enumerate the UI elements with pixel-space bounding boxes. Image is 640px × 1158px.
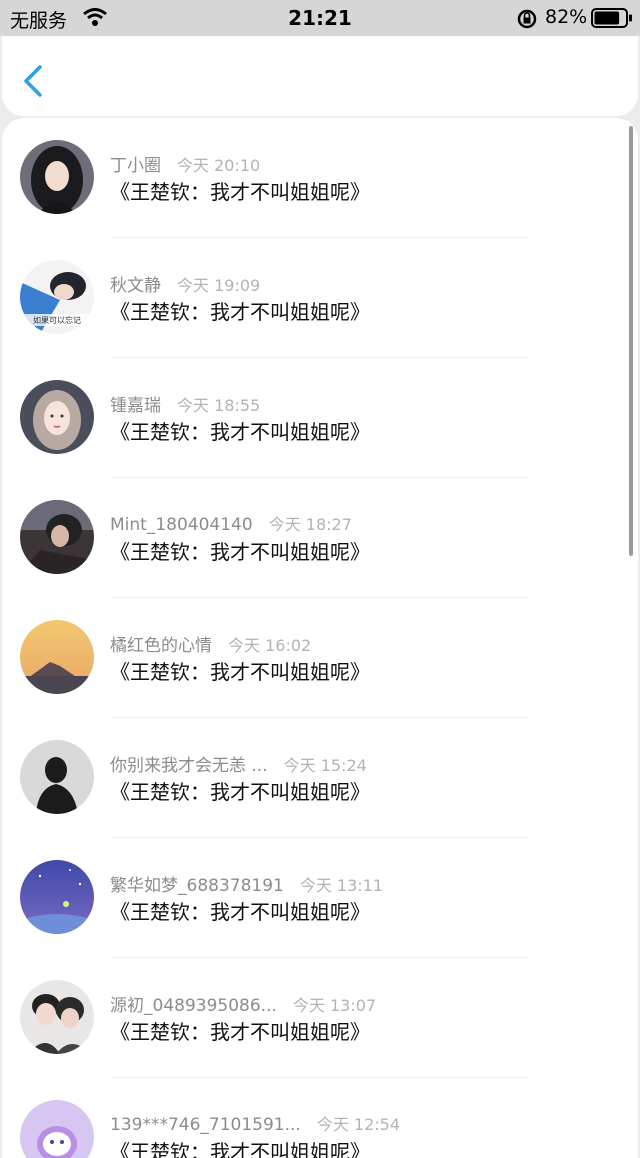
avatar[interactable]	[20, 380, 94, 454]
comment-text: 《王楚钦：我才不叫姐姐呢》	[110, 1020, 370, 1044]
comment-time: 今天 19:09	[177, 276, 261, 295]
user-name[interactable]: 锺嘉瑞	[110, 396, 161, 416]
back-button[interactable]	[20, 64, 48, 102]
comment-meta: 139***746_7101591... 今天 12:54	[110, 1111, 400, 1135]
comment-item[interactable]: 繁华如梦_688378191 今天 13:11 《王楚钦：我才不叫姐姐呢》	[2, 838, 638, 958]
comment-meta: Mint_180404140 今天 18:27	[110, 511, 352, 535]
clock: 21:21	[288, 6, 352, 30]
comment-list: 丁小圈 今天 20:10 《王楚钦：我才不叫姐姐呢》 如果可以忘记 秋文静 今天 19:0…	[2, 118, 638, 1158]
user-name[interactable]: 源初_0489395086...	[110, 996, 277, 1016]
comment-meta: 你别来我才会无恙 ... 今天 15:24	[110, 751, 367, 776]
avatar[interactable]	[20, 620, 94, 694]
comment-meta: 繁华如梦_688378191 今天 13:11	[110, 871, 383, 896]
avatar[interactable]	[20, 1100, 94, 1158]
status-bar: 无服务 21:21 82%	[0, 0, 640, 36]
user-name[interactable]: Mint_180404140	[110, 515, 253, 535]
comment-item[interactable]: 139***746_7101591... 今天 12:54 《王楚钦：我才不叫姐姐呢…	[2, 1078, 638, 1158]
user-name[interactable]: 你别来我才会无恙 ...	[110, 756, 268, 776]
comment-meta: 源初_0489395086... 今天 13:07	[110, 991, 376, 1016]
comment-item[interactable]: 橘红色的心情 今天 16:02 《王楚钦：我才不叫姐姐呢》	[2, 598, 638, 718]
comment-meta: 橘红色的心情 今天 16:02	[110, 631, 311, 656]
avatar[interactable]	[20, 140, 94, 214]
battery-percent: 82%	[545, 6, 588, 28]
nav-bar	[2, 36, 638, 116]
comment-meta: 锺嘉瑞 今天 18:55	[110, 391, 260, 416]
comment-time: 今天 13:07	[292, 996, 377, 1015]
avatar[interactable]	[20, 500, 94, 574]
comment-item[interactable]: 锺嘉瑞 今天 18:55 《王楚钦：我才不叫姐姐呢》	[2, 358, 638, 478]
comment-time: 今天 18:27	[268, 515, 352, 534]
comment-item[interactable]: 你别来我才会无恙 ... 今天 15:24 《王楚钦：我才不叫姐姐呢》	[2, 718, 638, 838]
comment-text: 《王楚钦：我才不叫姐姐呢》	[110, 540, 370, 564]
avatar[interactable]	[20, 740, 94, 814]
comment-text: 《王楚钦：我才不叫姐姐呢》	[110, 300, 370, 324]
user-name[interactable]: 丁小圈	[110, 156, 161, 176]
comment-time: 今天 18:55	[177, 396, 261, 415]
avatar[interactable]	[20, 860, 94, 934]
comment-time: 今天 12:54	[316, 1115, 401, 1134]
comment-item[interactable]: 如果可以忘记 秋文静 今天 19:09 《王楚钦：我才不叫姐姐呢》	[2, 238, 638, 358]
comment-time: 今天 20:10	[177, 156, 261, 175]
user-name[interactable]: 秋文静	[110, 276, 161, 296]
comment-time: 今天 15:24	[283, 756, 367, 775]
comment-text: 《王楚钦：我才不叫姐姐呢》	[110, 180, 370, 204]
scrollbar[interactable]	[629, 126, 633, 556]
avatar[interactable]: 如果可以忘记	[20, 260, 94, 334]
user-name[interactable]: 139***746_7101591...	[110, 1115, 301, 1135]
comment-meta: 丁小圈 今天 20:10	[110, 151, 260, 176]
comment-text: 《王楚钦：我才不叫姐姐呢》	[110, 1140, 370, 1158]
comment-text: 《王楚钦：我才不叫姐姐呢》	[110, 780, 370, 804]
comment-item[interactable]: 源初_0489395086... 今天 13:07 《王楚钦：我才不叫姐姐呢》	[2, 958, 638, 1078]
comment-time: 今天 13:11	[299, 876, 384, 895]
comment-text: 《王楚钦：我才不叫姐姐呢》	[110, 660, 370, 684]
user-name[interactable]: 橘红色的心情	[110, 636, 212, 656]
svg-text:如果可以忘记: 如果可以忘记	[33, 315, 81, 325]
user-name[interactable]: 繁华如梦_688378191	[110, 876, 284, 896]
rotation-lock-icon	[516, 8, 538, 34]
comment-time: 今天 16:02	[228, 636, 312, 655]
comment-item[interactable]: 丁小圈 今天 20:10 《王楚钦：我才不叫姐姐呢》	[2, 118, 638, 238]
comment-text: 《王楚钦：我才不叫姐姐呢》	[110, 900, 370, 924]
comment-meta: 秋文静 今天 19:09	[110, 271, 260, 296]
battery-icon	[591, 8, 633, 32]
avatar[interactable]	[20, 980, 94, 1054]
comment-item[interactable]: Mint_180404140 今天 18:27 《王楚钦：我才不叫姐姐呢》	[2, 478, 638, 598]
chevron-left-icon	[24, 65, 42, 97]
comment-text: 《王楚钦：我才不叫姐姐呢》	[110, 420, 370, 444]
